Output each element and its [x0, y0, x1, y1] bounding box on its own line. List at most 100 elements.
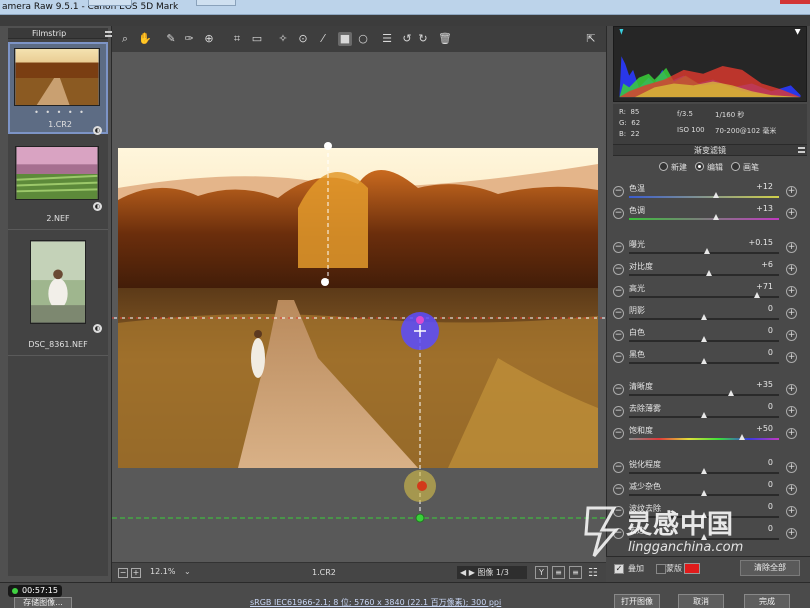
rotate-right-icon[interactable]: ↻ [416, 32, 430, 46]
slider-value[interactable]: +71 [725, 282, 773, 291]
slider-track[interactable] [629, 412, 779, 418]
open-image-button[interactable]: 打开图像 [614, 594, 660, 608]
mode-edit-radio[interactable] [695, 162, 704, 171]
slider-track[interactable] [629, 468, 779, 474]
slider-thumb[interactable] [713, 192, 719, 198]
slider-track[interactable] [629, 248, 779, 254]
decrease-icon[interactable]: − [613, 242, 624, 253]
workflow-options-link[interactable]: sRGB IEC61966-2.1; 8 位; 5760 x 3840 (22.… [250, 597, 501, 608]
slider-value[interactable]: +50 [725, 424, 773, 433]
decrease-icon[interactable]: − [613, 462, 624, 473]
prev-image-icon[interactable]: ◀ ▶ [460, 568, 477, 577]
trash-icon[interactable]: 🗑 [438, 32, 452, 46]
increase-icon[interactable]: + [786, 352, 797, 363]
crop-icon[interactable]: ⌗ [230, 32, 244, 46]
fullscreen-icon[interactable]: ⇱ [584, 32, 598, 46]
decrease-icon[interactable]: − [613, 308, 624, 319]
slider-thumb[interactable] [701, 336, 707, 342]
slider-value[interactable]: 0 [725, 480, 773, 489]
slider-value[interactable]: 0 [725, 348, 773, 357]
filmstrip-item[interactable]: DSC_8361.NEF ◐ [8, 232, 108, 356]
increase-icon[interactable]: + [786, 330, 797, 341]
chevron-down-icon[interactable]: ⌄ [184, 567, 191, 576]
increase-icon[interactable]: + [786, 186, 797, 197]
white-balance-icon[interactable]: ✎ [164, 32, 178, 46]
slider-track[interactable] [629, 314, 779, 320]
slider-value[interactable]: 0 [725, 458, 773, 467]
slider-track[interactable] [629, 292, 779, 298]
decrease-icon[interactable]: − [613, 286, 624, 297]
done-button[interactable]: 完成 [744, 594, 790, 608]
slider-track[interactable] [629, 390, 779, 396]
view-before-after-button[interactable]: Y [535, 566, 548, 579]
increase-icon[interactable]: + [786, 286, 797, 297]
slider-track[interactable] [629, 192, 779, 198]
slider-value[interactable]: +13 [725, 204, 773, 213]
decrease-icon[interactable]: − [613, 208, 624, 219]
overlay-checkbox[interactable]: ✓ [614, 564, 624, 574]
targeted-adjust-icon[interactable]: ⊕ [202, 32, 216, 46]
decrease-icon[interactable]: − [613, 384, 624, 395]
presets-icon[interactable]: ☰ [380, 32, 394, 46]
increase-icon[interactable]: + [786, 406, 797, 417]
slider-value[interactable]: 0 [725, 326, 773, 335]
increase-icon[interactable]: + [786, 384, 797, 395]
decrease-icon[interactable]: − [613, 484, 624, 495]
spot-removal-icon[interactable]: ✧ [276, 32, 290, 46]
image-navigator[interactable]: ◀ ▶ 图像 1/3 [457, 566, 527, 579]
slider-thumb[interactable] [753, 292, 760, 298]
slider-value[interactable]: +35 [725, 380, 773, 389]
panel-menu-icon[interactable] [798, 147, 805, 153]
slider-value[interactable]: +12 [725, 182, 773, 191]
color-sampler-icon[interactable]: ✑ [182, 32, 196, 46]
increase-icon[interactable]: + [786, 462, 797, 473]
mode-new-radio[interactable] [659, 162, 668, 171]
decrease-icon[interactable]: − [613, 352, 624, 363]
save-image-button[interactable]: 存储图像... [14, 597, 72, 608]
zoom-level-select[interactable]: 12.1% [150, 567, 175, 576]
cancel-button[interactable]: 取消 [678, 594, 724, 608]
slider-track[interactable] [629, 490, 779, 496]
decrease-icon[interactable]: − [613, 264, 624, 275]
image-canvas[interactable] [112, 52, 606, 562]
increase-icon[interactable]: + [786, 264, 797, 275]
decrease-icon[interactable]: − [613, 330, 624, 341]
decrease-icon[interactable]: − [613, 428, 624, 439]
decrease-icon[interactable]: − [613, 186, 624, 197]
slider-value[interactable]: 0 [725, 304, 773, 313]
gradient-filter-overlay[interactable] [112, 52, 606, 562]
rating-stars[interactable]: • • • • • [10, 108, 110, 117]
mask-color-swatch[interactable] [684, 563, 700, 574]
increase-icon[interactable]: + [786, 308, 797, 319]
slider-track[interactable] [629, 358, 779, 364]
graduated-filter-icon[interactable]: ■ [338, 32, 352, 46]
increase-icon[interactable]: + [786, 208, 797, 219]
slider-value[interactable]: 0 [725, 402, 773, 411]
zoom-icon[interactable]: ⌕ [118, 32, 132, 46]
swap-settings-button[interactable]: ≡ [552, 566, 565, 579]
slider-thumb[interactable] [701, 412, 707, 418]
hand-icon[interactable]: ✋ [138, 32, 152, 46]
clear-all-button[interactable]: 清除全部 [740, 560, 800, 576]
rotate-left-icon[interactable]: ↺ [400, 32, 414, 46]
red-eye-icon[interactable]: ⊙ [296, 32, 310, 46]
mode-brush-radio[interactable] [731, 162, 740, 171]
slider-thumb[interactable] [728, 390, 734, 396]
increase-icon[interactable]: + [786, 242, 797, 253]
slider-track[interactable] [629, 270, 779, 276]
slider-thumb[interactable] [701, 358, 707, 364]
slider-thumb[interactable] [701, 468, 707, 474]
zoom-in-button[interactable]: + [131, 568, 141, 578]
slider-track[interactable] [629, 434, 779, 440]
zoom-out-button[interactable]: − [118, 568, 128, 578]
radial-filter-icon[interactable]: ○ [356, 32, 370, 46]
adjustment-brush-icon[interactable]: ⁄ [316, 32, 330, 46]
slider-thumb[interactable] [701, 490, 707, 496]
filmstrip-item[interactable]: 2.NEF ◐ [8, 138, 108, 230]
increase-icon[interactable]: + [786, 484, 797, 495]
slider-thumb[interactable] [713, 214, 719, 220]
toggle-settings-icon[interactable]: ☷ [588, 566, 598, 579]
slider-thumb[interactable] [704, 248, 710, 254]
copy-settings-button[interactable]: ≡ [569, 566, 582, 579]
slider-track[interactable] [629, 214, 779, 220]
